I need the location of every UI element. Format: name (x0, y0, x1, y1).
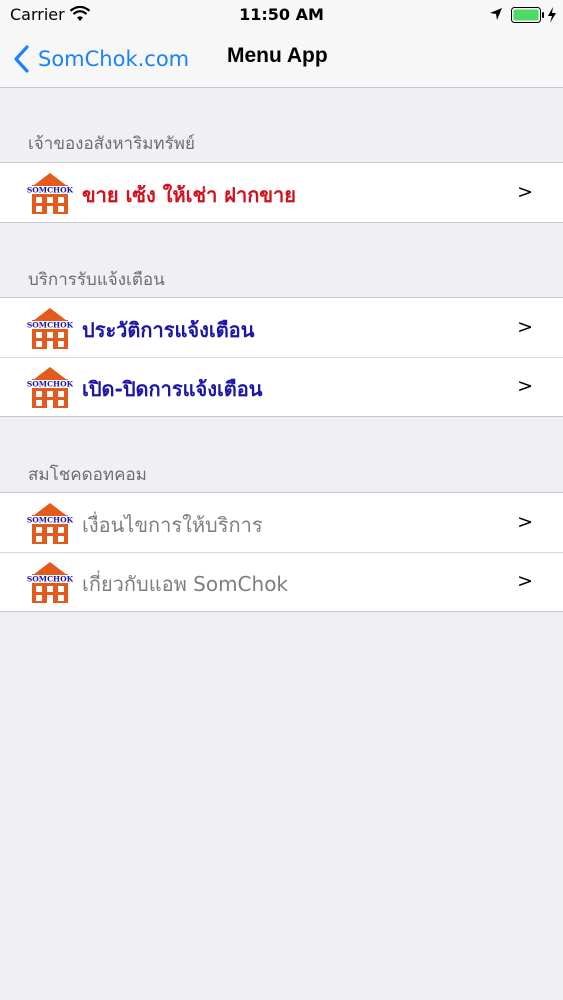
somchok-logo-icon: SOMCHOK (27, 308, 73, 349)
status-bar: Carrier 11:50 AM (0, 0, 563, 30)
menu-item-label: ประวัติการแจ้งเตือน (82, 318, 255, 342)
svg-text:SOMCHOK: SOMCHOK (27, 575, 73, 584)
menu-group-owner: SOMCHOK ขาย เซ้ง ให้เช่า ฝากขาย > (0, 162, 563, 223)
svg-text:SOMCHOK: SOMCHOK (27, 186, 73, 195)
menu-item-about-app[interactable]: SOMCHOK เกี่ยวกับแอพ SomChok > (0, 552, 563, 611)
somchok-logo-icon: SOMCHOK (27, 503, 73, 544)
menu-item-sell-rent[interactable]: SOMCHOK ขาย เซ้ง ให้เช่า ฝากขาย > (0, 163, 563, 222)
menu-item-label: เงื่อนไขการให้บริการ (82, 513, 263, 537)
menu-item-label: เปิด-ปิดการแจ้งเตือน (82, 377, 263, 401)
battery-icon (511, 7, 544, 23)
menu-item-terms-of-service[interactable]: SOMCHOK เงื่อนไขการให้บริการ > (0, 493, 563, 552)
chevron-right-icon: > (517, 316, 533, 338)
somchok-logo-icon: SOMCHOK (27, 562, 73, 603)
menu-item-notification-toggle[interactable]: SOMCHOK เปิด-ปิดการแจ้งเตือน > (0, 357, 563, 416)
page-title: Menu App (227, 44, 328, 67)
section-header-notifications: บริการรับแจ้งเตือน (28, 270, 165, 290)
location-icon (490, 8, 502, 20)
menu-item-label: เกี่ยวกับแอพ SomChok (82, 572, 289, 596)
menu-item-label: ขาย เซ้ง ให้เช่า ฝากขาย (82, 183, 296, 207)
navigation-bar: SomChok.com Menu App (0, 30, 563, 88)
clock: 11:50 AM (239, 5, 324, 24)
menu-item-notification-history[interactable]: SOMCHOK ประวัติการแจ้งเตือน > (0, 298, 563, 357)
svg-text:SOMCHOK: SOMCHOK (27, 516, 73, 525)
chevron-left-icon (14, 45, 29, 73)
chevron-right-icon: > (517, 375, 533, 397)
back-button[interactable]: SomChok.com (14, 42, 189, 76)
section-header-owner: เจ้าของอสังหาริมทรัพย์ (28, 134, 195, 154)
chevron-right-icon: > (517, 511, 533, 533)
charging-icon (548, 7, 556, 23)
section-header-somchok: สมโชคดอทคอม (28, 465, 147, 485)
somchok-logo-icon: SOMCHOK (27, 173, 73, 214)
chevron-right-icon: > (517, 181, 533, 203)
chevron-right-icon: > (517, 570, 533, 592)
back-label: SomChok.com (38, 47, 190, 71)
menu-group-somchok: SOMCHOK เงื่อนไขการให้บริการ > SOMCHOK เ… (0, 492, 563, 612)
svg-text:SOMCHOK: SOMCHOK (27, 321, 73, 330)
somchok-logo-icon: SOMCHOK (27, 367, 73, 408)
svg-text:SOMCHOK: SOMCHOK (27, 380, 73, 389)
menu-group-notifications: SOMCHOK ประวัติการแจ้งเตือน > SOMCHOK เป… (0, 297, 563, 417)
